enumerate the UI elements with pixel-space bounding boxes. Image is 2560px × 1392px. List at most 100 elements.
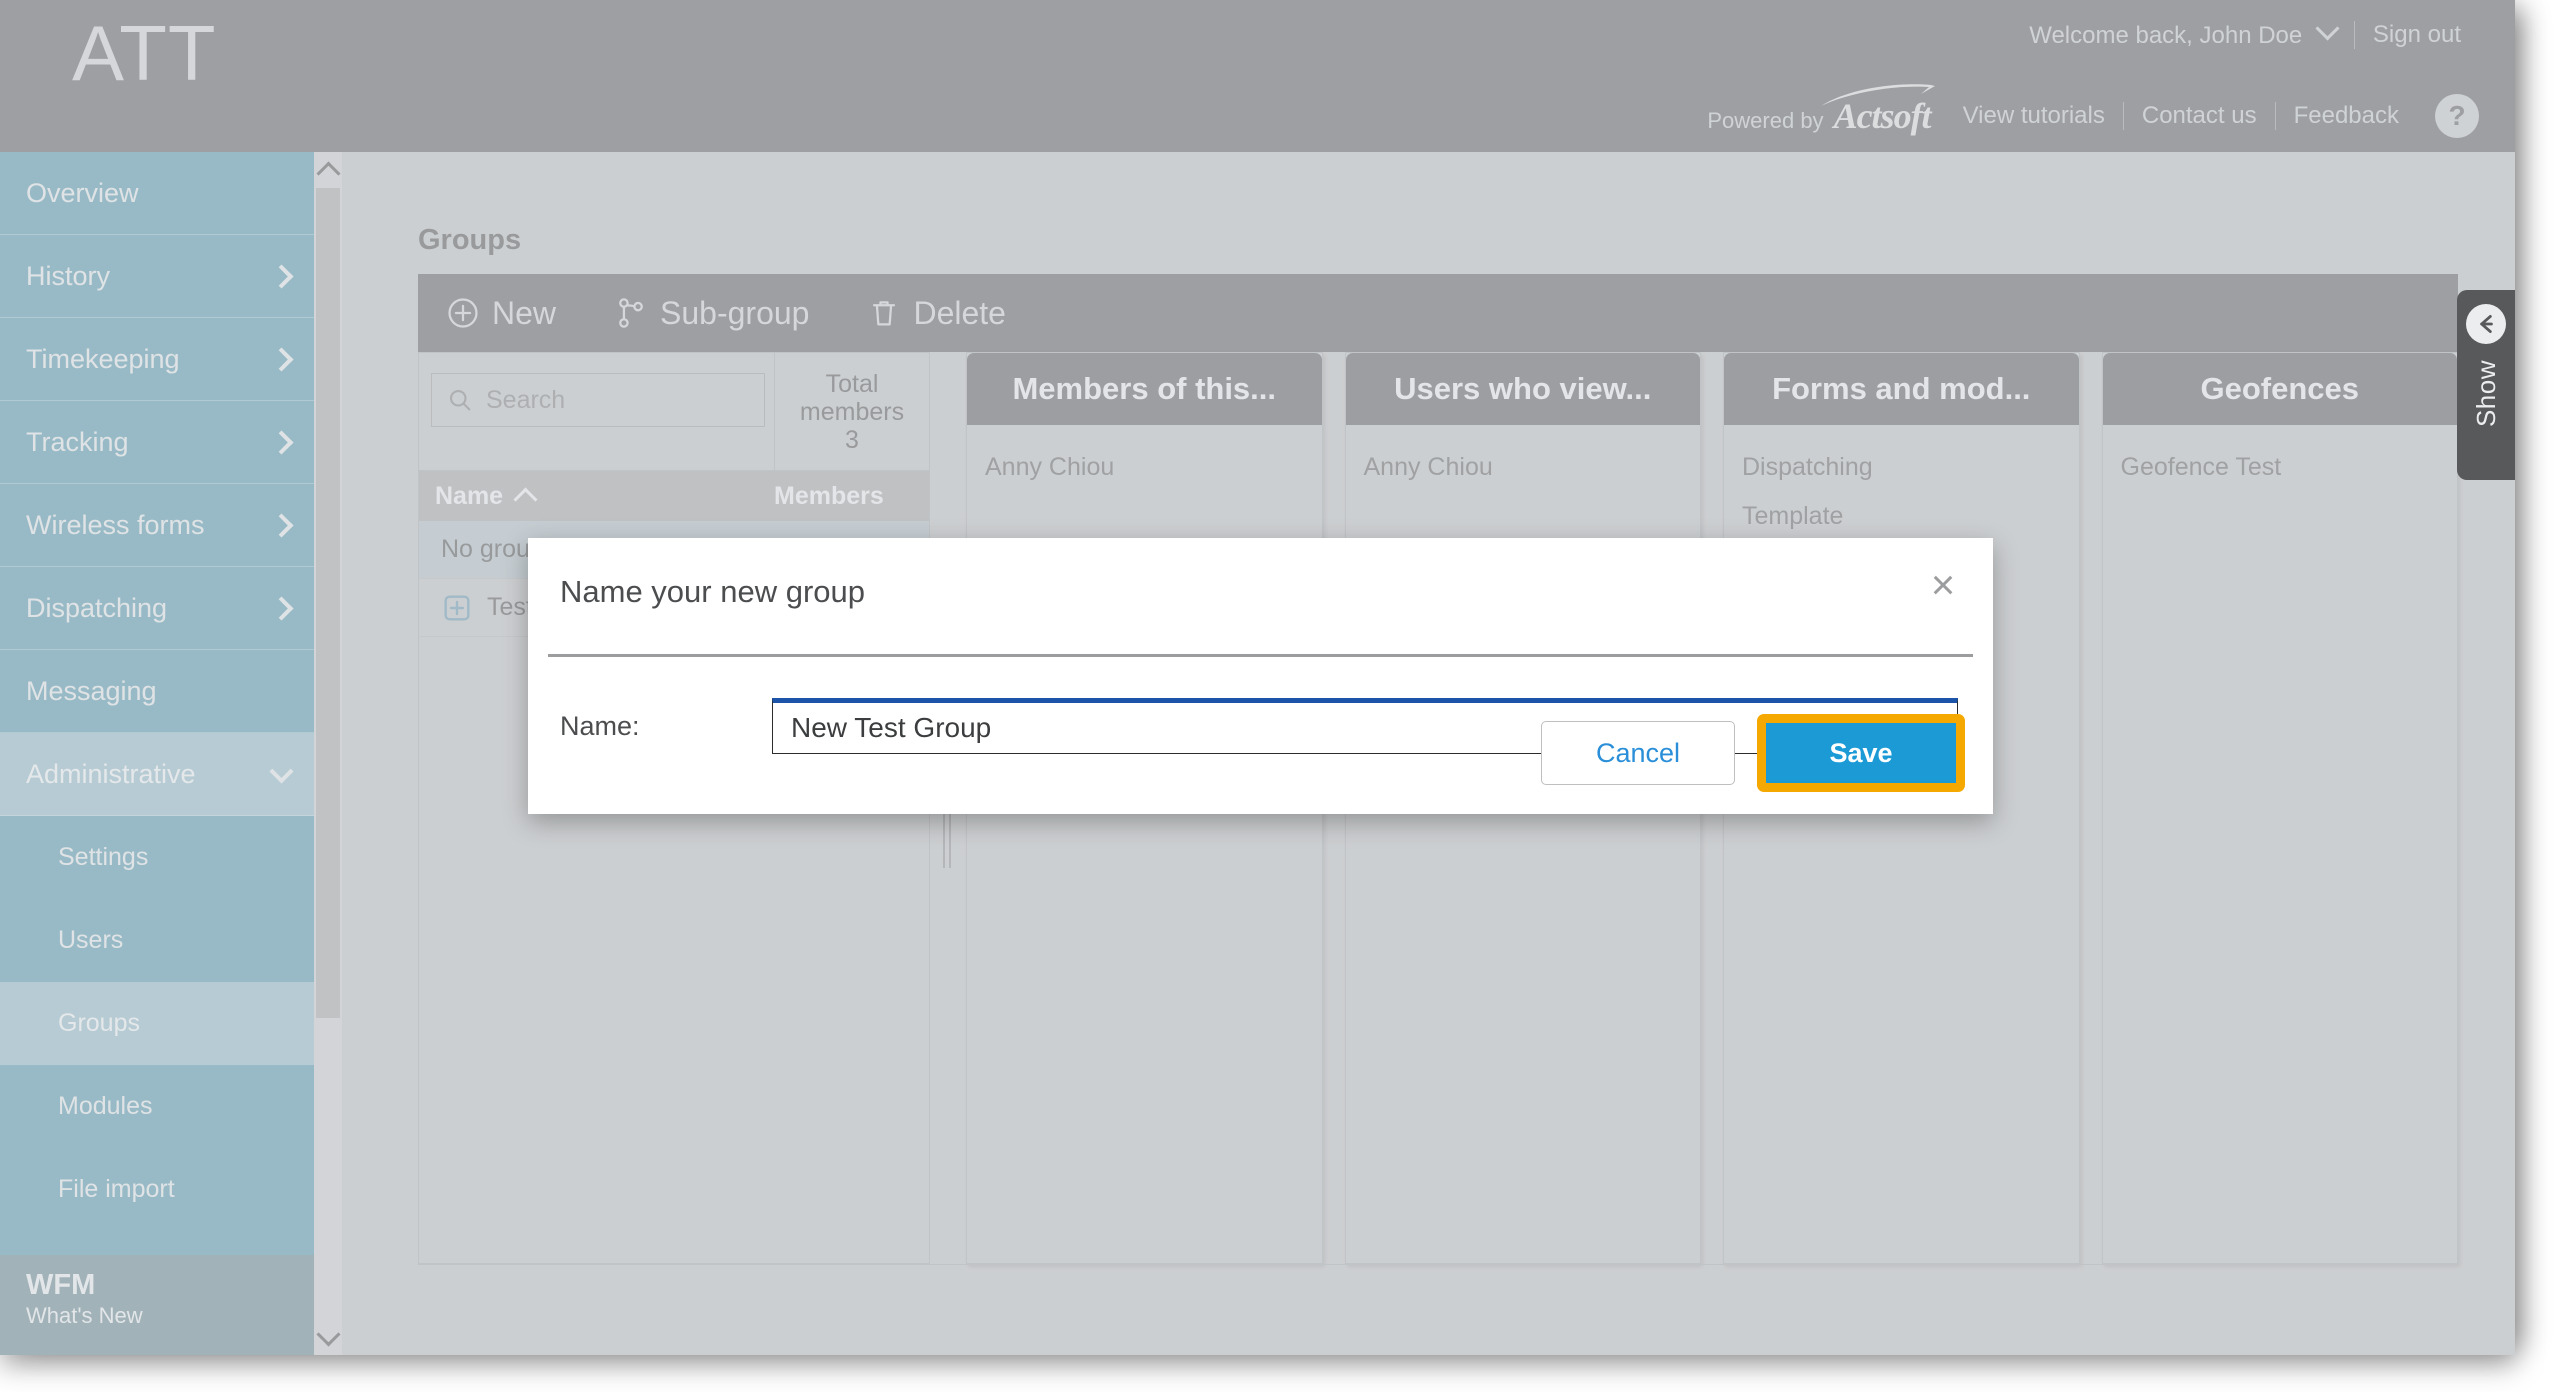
sidebar-item-timekeeping[interactable]: Timekeeping bbox=[0, 318, 314, 401]
grid-toolbar: Search Total members 3 bbox=[419, 353, 929, 471]
sidebar-item-label: File import bbox=[58, 1175, 175, 1203]
powered-by-label: Powered by bbox=[1707, 108, 1824, 133]
chevron-right-icon bbox=[269, 346, 294, 372]
chevron-right-icon bbox=[269, 512, 294, 538]
chevron-down-icon bbox=[269, 758, 294, 784]
feedback-link[interactable]: Feedback bbox=[2276, 102, 2417, 130]
column-header-name[interactable]: Name bbox=[419, 481, 774, 512]
total-members-header: Total members 3 bbox=[774, 353, 929, 471]
save-button[interactable]: Save bbox=[1766, 723, 1956, 783]
panel-body: Geofence Test bbox=[2103, 425, 2458, 1263]
scroll-down-icon[interactable] bbox=[314, 1319, 342, 1355]
sidebar-item-label: History bbox=[26, 260, 111, 291]
app-header: ATT Welcome back, John Doe Sign out Powe… bbox=[0, 0, 2515, 152]
sub-group-label: Sub-group bbox=[660, 294, 810, 331]
cancel-button[interactable]: Cancel bbox=[1541, 721, 1735, 785]
header-top-row: Welcome back, John Doe Sign out bbox=[2011, 16, 2479, 50]
sidebar-item-tracking[interactable]: Tracking bbox=[0, 401, 314, 484]
groups-toolbar: New Sub-group Delete bbox=[418, 274, 2458, 352]
page-title: Groups bbox=[418, 224, 522, 256]
sidebar-item-users[interactable]: Users bbox=[0, 899, 314, 982]
trash-icon bbox=[873, 301, 896, 326]
delete-label: Delete bbox=[913, 294, 1006, 331]
dialog-divider bbox=[548, 654, 1973, 657]
sidebar-item-label: Users bbox=[58, 926, 124, 954]
sub-group-button[interactable]: Sub-group bbox=[614, 295, 809, 332]
show-panel-tab[interactable]: Show bbox=[2457, 290, 2515, 480]
save-button-focus-ring: Save bbox=[1757, 714, 1965, 792]
sidebar-item-dispatching[interactable]: Dispatching bbox=[0, 567, 314, 650]
scrollbar-thumb[interactable] bbox=[316, 188, 340, 1018]
sidebar-nav: Overview History Timekeeping Tracking Wi… bbox=[0, 152, 314, 1355]
branch-icon bbox=[619, 298, 643, 328]
panel-title: Geofences bbox=[2102, 353, 2457, 425]
sidebar-item-label: Administrative bbox=[26, 758, 196, 789]
expand-plus-icon[interactable] bbox=[441, 592, 473, 624]
chevron-right-icon bbox=[269, 595, 294, 621]
sidebar-item-modules[interactable]: Modules bbox=[0, 1065, 314, 1148]
help-icon[interactable]: ? bbox=[2435, 94, 2479, 138]
sidebar-item-label: Timekeeping bbox=[26, 343, 180, 374]
card-footer-rule bbox=[418, 1264, 2458, 1269]
new-button[interactable]: New bbox=[446, 295, 556, 332]
new-label: New bbox=[492, 294, 557, 331]
column-header-members[interactable]: Members bbox=[774, 482, 929, 511]
column-header-name-label: Name bbox=[435, 481, 504, 510]
close-icon[interactable]: × bbox=[1923, 564, 1963, 606]
sidebar-footer-wfm[interactable]: WFM What's New bbox=[0, 1255, 314, 1355]
sidebar-item-settings[interactable]: Settings bbox=[0, 816, 314, 899]
welcome-label: Welcome back, John Doe bbox=[2029, 22, 2303, 49]
welcome-user-menu[interactable]: Welcome back, John Doe bbox=[2011, 16, 2354, 50]
sidebar-item-label: Wireless forms bbox=[26, 509, 205, 540]
plus-circle-icon bbox=[448, 298, 478, 328]
wfm-title: WFM bbox=[26, 1269, 96, 1301]
chevron-down-icon bbox=[2315, 16, 2340, 41]
sidebar-item-messaging[interactable]: Messaging bbox=[0, 650, 314, 733]
swoosh-icon bbox=[1820, 82, 1935, 106]
scroll-up-icon[interactable] bbox=[314, 152, 342, 188]
grid-header-row: Name Members bbox=[419, 471, 929, 521]
arrow-left-icon bbox=[2466, 304, 2506, 344]
sidebar-item-overview[interactable]: Overview bbox=[0, 152, 314, 235]
dialog-actions: Cancel Save bbox=[1541, 714, 1965, 792]
list-item[interactable]: Anny Chiou bbox=[1364, 443, 1701, 492]
show-tab-label: Show bbox=[2470, 360, 2501, 428]
search-icon bbox=[449, 389, 471, 411]
panel-title: Forms and mod... bbox=[1724, 353, 2079, 425]
search-input[interactable]: Search bbox=[431, 373, 765, 427]
contact-us-link[interactable]: Contact us bbox=[2124, 102, 2275, 130]
sidebar-item-label: Groups bbox=[58, 1009, 140, 1037]
name-field-label: Name: bbox=[560, 710, 640, 741]
total-members-count: 3 bbox=[845, 426, 859, 454]
sidebar-item-groups[interactable]: Groups bbox=[0, 982, 314, 1065]
panel-title: Members of this... bbox=[967, 353, 1322, 425]
sidebar-item-label: Settings bbox=[58, 843, 149, 871]
header-bottom-row: Powered by Actsoft View tutorials Contac… bbox=[1707, 82, 2479, 138]
delete-button[interactable]: Delete bbox=[867, 295, 1006, 332]
view-tutorials-link[interactable]: View tutorials bbox=[1945, 102, 2123, 130]
chevron-right-icon bbox=[269, 263, 294, 289]
sidebar-item-label: Messaging bbox=[26, 675, 157, 706]
sidebar-item-administrative[interactable]: Administrative bbox=[0, 733, 314, 816]
sidebar-item-wireless-forms[interactable]: Wireless forms bbox=[0, 484, 314, 567]
chevron-right-icon bbox=[269, 429, 294, 455]
sidebar-item-file-import[interactable]: File import bbox=[0, 1148, 314, 1231]
search-placeholder: Search bbox=[486, 385, 566, 414]
list-item[interactable]: Geofence Test bbox=[2121, 443, 2458, 492]
list-item[interactable]: Template bbox=[1742, 492, 2079, 541]
sidebar-item-label: Overview bbox=[26, 177, 139, 208]
list-item[interactable]: Dispatching bbox=[1742, 443, 2079, 492]
sidebar-item-label: Tracking bbox=[26, 426, 129, 457]
list-item[interactable]: Anny Chiou bbox=[985, 443, 1322, 492]
panel-geofences: Geofences Geofence Test bbox=[2101, 352, 2458, 1264]
sign-out-link[interactable]: Sign out bbox=[2355, 21, 2479, 49]
sidebar-scrollbar[interactable] bbox=[314, 152, 342, 1355]
sidebar-item-label: Dispatching bbox=[26, 592, 168, 623]
panel-title: Users who view... bbox=[1345, 353, 1700, 425]
actsoft-logo: Actsoft bbox=[1820, 82, 1935, 134]
sidebar-item-label: Modules bbox=[58, 1092, 153, 1120]
app-logo: ATT bbox=[72, 9, 217, 97]
dialog-title: Name your new group bbox=[560, 574, 865, 609]
sidebar-item-history[interactable]: History bbox=[0, 235, 314, 318]
wfm-subtitle: What's New bbox=[26, 1303, 143, 1329]
